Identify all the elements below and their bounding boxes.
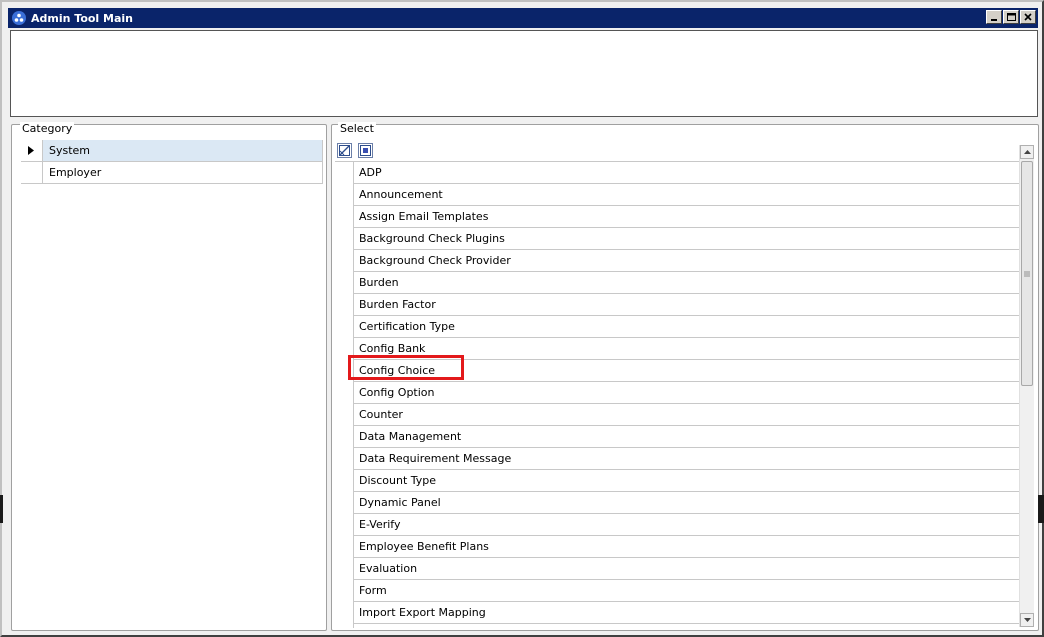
- select-item[interactable]: Discount Type: [354, 470, 1020, 492]
- row-indicator-icon: [21, 140, 41, 161]
- window-controls: [985, 10, 1036, 24]
- scroll-down-button[interactable]: [1020, 613, 1034, 627]
- select-item[interactable]: Config Bank: [354, 338, 1020, 360]
- select-item[interactable]: Background Check Plugins: [354, 228, 1020, 250]
- title-bar[interactable]: Admin Tool Main: [8, 8, 1038, 28]
- category-label: Category: [20, 122, 75, 135]
- minimize-icon: [991, 19, 997, 21]
- select-list: ADP Announcement Assign Email Templates Bac…: [353, 162, 1020, 628]
- select-item[interactable]: Burden: [354, 272, 1020, 294]
- select-item[interactable]: Data Requirement Message: [354, 448, 1020, 470]
- select-item[interactable]: Employee Benefit Plans: [354, 536, 1020, 558]
- select-item[interactable]: Data Management: [354, 426, 1020, 448]
- select-item[interactable]: ADP: [354, 162, 1020, 184]
- arrow-down-icon: [1023, 618, 1031, 622]
- vertical-scrollbar[interactable]: [1019, 145, 1034, 627]
- deselect-icon: [360, 145, 371, 156]
- app-logo-icon: [12, 11, 26, 25]
- close-icon: [1024, 13, 1032, 21]
- select-item[interactable]: Import Export Mapping: [354, 602, 1020, 624]
- category-item-label: System: [42, 140, 322, 161]
- select-item[interactable]: Dynamic Panel: [354, 492, 1020, 514]
- select-item[interactable]: Form: [354, 580, 1020, 602]
- select-item[interactable]: Assign Email Templates: [354, 206, 1020, 228]
- admin-tool-window: Admin Tool Main Category System Employer…: [0, 0, 1044, 637]
- background-edge: [1038, 495, 1044, 523]
- select-item[interactable]: Background Check Provider: [354, 250, 1020, 272]
- select-item[interactable]: Config Choice: [354, 360, 1020, 382]
- arrow-up-icon: [1023, 150, 1031, 154]
- deselect-button[interactable]: [358, 143, 373, 158]
- minimize-button[interactable]: [986, 10, 1002, 24]
- select-item[interactable]: Counter: [354, 404, 1020, 426]
- select-label: Select: [338, 122, 376, 135]
- select-item[interactable]: Announcement: [354, 184, 1020, 206]
- scroll-up-button[interactable]: [1020, 145, 1034, 159]
- select-all-button[interactable]: [337, 143, 352, 158]
- select-group: Select ADP Announcement Assign Email Templ…: [331, 122, 1039, 631]
- category-item-label: Employer: [42, 162, 322, 183]
- select-item[interactable]: Config Option: [354, 382, 1020, 404]
- category-group: Category System Employer: [11, 122, 327, 631]
- category-list: System Employer: [21, 140, 323, 184]
- top-panel: [10, 30, 1038, 117]
- category-item-employer[interactable]: Employer: [21, 162, 323, 184]
- select-item[interactable]: Certification Type: [354, 316, 1020, 338]
- category-item-system[interactable]: System: [21, 140, 323, 162]
- window-title: Admin Tool Main: [31, 11, 134, 25]
- grip-icon: [1024, 271, 1030, 276]
- background-edge-left: [0, 495, 3, 523]
- maximize-button[interactable]: [1003, 10, 1019, 24]
- scroll-thumb[interactable]: [1021, 161, 1033, 386]
- select-item[interactable]: E-Verify: [354, 514, 1020, 536]
- select-item[interactable]: Evaluation: [354, 558, 1020, 580]
- select-header: [335, 140, 1019, 162]
- select-all-icon: [339, 145, 350, 156]
- select-item[interactable]: Burden Factor: [354, 294, 1020, 316]
- maximize-icon: [1006, 13, 1016, 21]
- close-button[interactable]: [1020, 10, 1036, 24]
